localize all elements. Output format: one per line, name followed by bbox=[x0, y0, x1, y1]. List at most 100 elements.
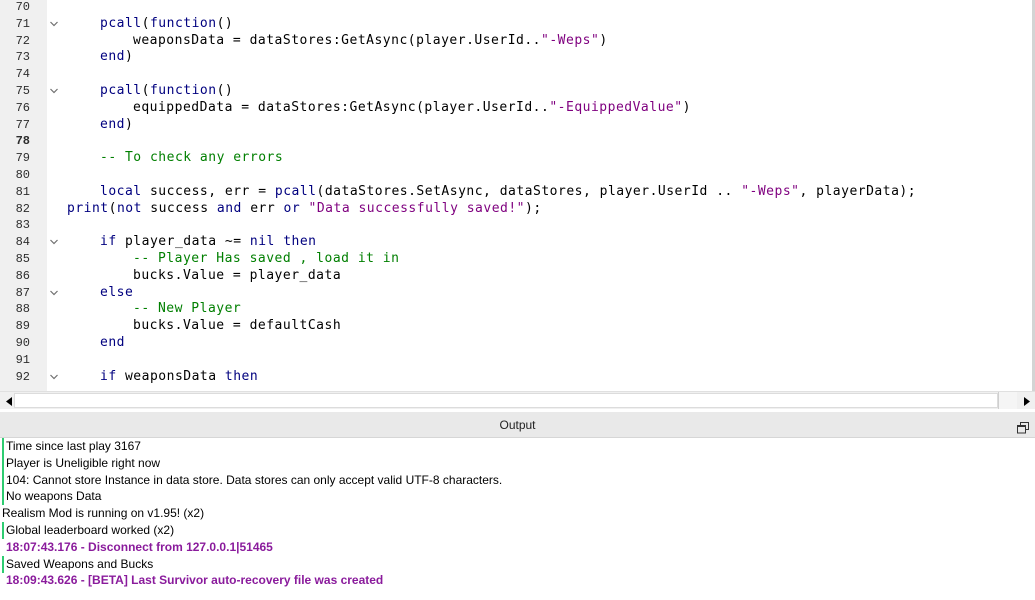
code-token: success, err = bbox=[141, 183, 275, 199]
output-message-text: Saved Weapons and Bucks bbox=[6, 556, 154, 571]
line-number: 89 bbox=[15, 319, 30, 334]
code-token: success bbox=[141, 200, 217, 216]
code-text: weaponsData = dataStores:GetAsync(player… bbox=[133, 33, 608, 50]
code-text: end) bbox=[100, 49, 133, 66]
output-message: 18:07:43.176 - Disconnect from 127.0.0.1… bbox=[0, 539, 273, 556]
code-token: end bbox=[100, 335, 125, 350]
fold-chevron-icon[interactable] bbox=[49, 288, 59, 298]
code-token: nil bbox=[249, 234, 275, 250]
code-text: bucks.Value = defaultCash bbox=[133, 318, 341, 335]
output-message-text: No weapons Data bbox=[6, 489, 102, 504]
code-token: ); bbox=[525, 200, 542, 216]
code-text: -- Player Has saved , load it in bbox=[133, 251, 399, 268]
fold-chevron-icon[interactable] bbox=[49, 372, 59, 382]
code-token: ) bbox=[599, 32, 608, 48]
fold-chevron-icon[interactable] bbox=[49, 86, 59, 96]
code-line[interactable]: 81 local success, err = pcall(dataStores.… bbox=[0, 184, 1032, 201]
line-number: 91 bbox=[15, 352, 30, 367]
output-message: Global leaderboard worked (x2) bbox=[0, 522, 174, 539]
code-line[interactable]: 82 print(not success and err or "Data suc… bbox=[0, 201, 1032, 218]
code-line[interactable]: 73 end) bbox=[0, 49, 1032, 66]
line-number: 72 bbox=[15, 33, 30, 48]
code-line[interactable]: 70 bbox=[0, 0, 1032, 16]
code-text: if weaponsData then bbox=[100, 369, 258, 386]
script-editor[interactable]: 70 71 pcall(function() 72 weaponsData = data… bbox=[0, 0, 1035, 391]
restore-window-icon[interactable] bbox=[1017, 419, 1029, 434]
code-line[interactable]: 80 bbox=[0, 167, 1032, 184]
code-token: function bbox=[149, 83, 217, 98]
output-message: Realism Mod is running on v1.95! (x2) bbox=[0, 505, 204, 522]
code-text: pcall(function() bbox=[100, 83, 233, 100]
code-token: -- Player Has saved , load it in bbox=[133, 251, 400, 266]
code-line[interactable]: 84 if player_data ~= nil then bbox=[0, 234, 1032, 251]
code-token: end bbox=[100, 116, 125, 132]
code-token: "-Weps" bbox=[741, 183, 800, 199]
scrollbar-thumb[interactable] bbox=[14, 393, 998, 408]
code-line[interactable]: 90 end bbox=[0, 335, 1032, 352]
code-token: function bbox=[149, 15, 217, 31]
line-number: 70 bbox=[15, 0, 30, 14]
line-number: 80 bbox=[15, 168, 30, 182]
code-line[interactable]: 74 bbox=[0, 66, 1032, 83]
code-line[interactable]: 91 bbox=[0, 352, 1032, 369]
code-token: ( bbox=[141, 15, 150, 31]
code-token: "-Weps" bbox=[541, 32, 600, 48]
code-line[interactable]: 85 -- Player Has saved , load it in bbox=[0, 251, 1032, 268]
line-number: 74 bbox=[15, 67, 30, 82]
code-line[interactable]: 86 bucks.Value = player_data bbox=[0, 268, 1032, 285]
code-line[interactable]: 75 pcall(function() bbox=[0, 83, 1032, 100]
code-line[interactable]: 89 bucks.Value = defaultCash bbox=[0, 318, 1032, 335]
code-text: print(not success and err or "Data succe… bbox=[67, 201, 542, 218]
code-token: end bbox=[100, 49, 125, 65]
code-token: not bbox=[116, 200, 142, 216]
code-token: else bbox=[100, 284, 134, 300]
output-message: Player is Uneligible right now bbox=[0, 454, 161, 472]
code-token: local bbox=[100, 183, 142, 199]
code-line[interactable]: 71 pcall(function() bbox=[0, 16, 1032, 33]
scrollbar-track-end bbox=[998, 392, 1017, 409]
output-message: Time since last play 3167 bbox=[0, 438, 141, 455]
code-line[interactable]: 79 -- To check any errors bbox=[0, 150, 1032, 167]
arrow-left-icon bbox=[5, 391, 12, 410]
code-token: ) bbox=[124, 116, 134, 132]
code-line[interactable]: 92 if weaponsData then bbox=[0, 369, 1032, 386]
code-token: pcall bbox=[274, 183, 317, 199]
code-line[interactable]: 77 end) bbox=[0, 117, 1032, 134]
line-number: 88 bbox=[15, 302, 30, 317]
code-token: and bbox=[216, 200, 242, 216]
output-message-text: Player is Uneligible right now bbox=[6, 455, 161, 470]
output-panel-header: Output bbox=[0, 412, 1035, 438]
code-line[interactable]: 72 weaponsData = dataStores:GetAsync(play… bbox=[0, 33, 1032, 50]
code-token: "-EquippedValue" bbox=[549, 99, 683, 115]
code-text: end bbox=[100, 335, 125, 352]
code-text: end) bbox=[100, 117, 133, 134]
code-token: ) bbox=[124, 49, 134, 65]
code-token: pcall bbox=[100, 15, 142, 31]
arrow-right-icon bbox=[1023, 391, 1030, 410]
code-line[interactable]: 88 -- New Player bbox=[0, 301, 1032, 318]
code-text: -- New Player bbox=[133, 301, 241, 318]
code-token: -- To check any errors bbox=[100, 150, 284, 166]
code-line[interactable]: 87 else bbox=[0, 285, 1032, 302]
line-number: 79 bbox=[15, 151, 30, 166]
output-panel-log[interactable]: Time since last play 3167 Player is Uneli… bbox=[0, 438, 1035, 600]
output-message-text: 104: Cannot store Instance in data store… bbox=[6, 472, 503, 487]
code-token: bucks.Value = defaultCash bbox=[133, 318, 342, 334]
code-line[interactable]: 78 bbox=[0, 133, 1032, 150]
code-token: err bbox=[241, 200, 284, 216]
scroll-right-button[interactable] bbox=[1018, 392, 1035, 409]
fold-chevron-icon[interactable] bbox=[49, 19, 59, 29]
code-token: -- New Player bbox=[133, 301, 242, 317]
code-line[interactable]: 76 equippedData = dataStores:GetAsync(pla… bbox=[0, 100, 1032, 117]
line-number: 87 bbox=[15, 285, 30, 300]
line-number: 90 bbox=[15, 336, 30, 350]
code-token: print bbox=[67, 200, 109, 216]
code-text: pcall(function() bbox=[100, 16, 233, 33]
output-message-text: Realism Mod is running on v1.95! (x2) bbox=[2, 506, 205, 521]
horizontal-scrollbar[interactable] bbox=[0, 391, 1035, 409]
code-token: ( bbox=[141, 83, 150, 98]
fold-chevron-icon[interactable] bbox=[49, 237, 59, 247]
code-line[interactable]: 83 bbox=[0, 217, 1032, 234]
